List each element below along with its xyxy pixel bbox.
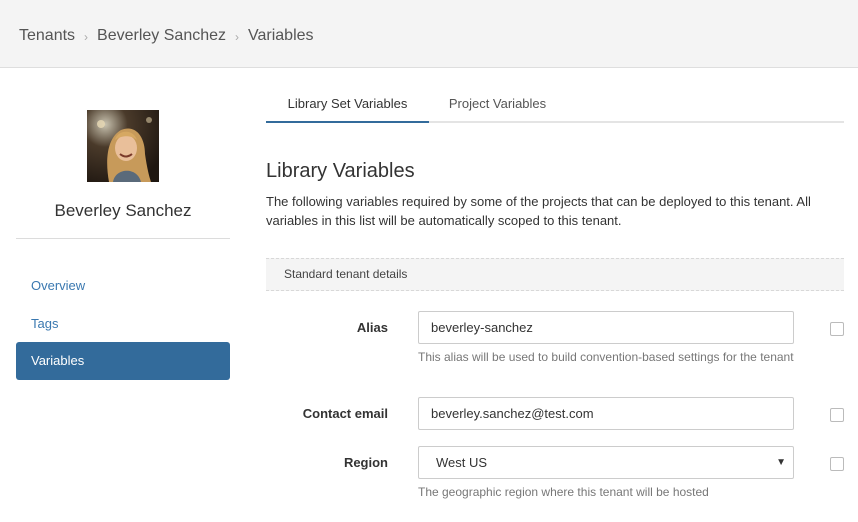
breadcrumb-separator: › (84, 30, 89, 44)
section-description: The following variables required by some… (266, 194, 811, 228)
region-select[interactable]: West US ▼ (418, 446, 794, 479)
region-selected-value: West US (436, 455, 488, 470)
region-checkbox[interactable] (830, 457, 844, 471)
breadcrumb-tenant-name[interactable]: Beverley Sanchez (97, 27, 226, 45)
sidebar-divider (16, 238, 230, 239)
sidebar-item-overview[interactable]: Overview (16, 267, 230, 305)
alias-input[interactable]: beverley-sanchez (418, 311, 794, 344)
contact-email-label: Contact email (302, 406, 388, 421)
tab-project-variables[interactable]: Project Variables (429, 86, 566, 123)
breadcrumb-separator: › (235, 30, 240, 44)
alias-label: Alias (356, 320, 388, 335)
tab-library-set-variables[interactable]: Library Set Variables (266, 86, 429, 123)
top-bar: Tenants › Beverley Sanchez › Variables (0, 0, 858, 68)
breadcrumb-tenants[interactable]: Tenants (19, 27, 75, 45)
section-title: Library Variables (266, 160, 415, 182)
region-help-text: The geographic region where this tenant … (418, 485, 709, 499)
avatar (87, 110, 159, 182)
chevron-down-icon: ▼ (776, 457, 786, 468)
tenant-name: Beverley Sanchez (54, 201, 192, 220)
sidebar-item-tags[interactable]: Tags (16, 305, 230, 343)
breadcrumb-current-page: Variables (248, 27, 314, 44)
alias-help-text: This alias will be used to build convent… (418, 350, 794, 364)
breadcrumb: Tenants › Beverley Sanchez › Variables (19, 27, 314, 45)
tab-bar: Library Set Variables Project Variables (266, 86, 844, 123)
region-label: Region (343, 455, 388, 470)
group-header: Standard tenant details (266, 258, 844, 291)
alias-checkbox[interactable] (830, 322, 844, 336)
sidebar-item-variables[interactable]: Variables (16, 342, 230, 380)
contact-email-checkbox[interactable] (830, 408, 844, 422)
avatar-image (87, 110, 159, 182)
contact-email-input[interactable]: beverley.sanchez@test.com (418, 397, 794, 430)
